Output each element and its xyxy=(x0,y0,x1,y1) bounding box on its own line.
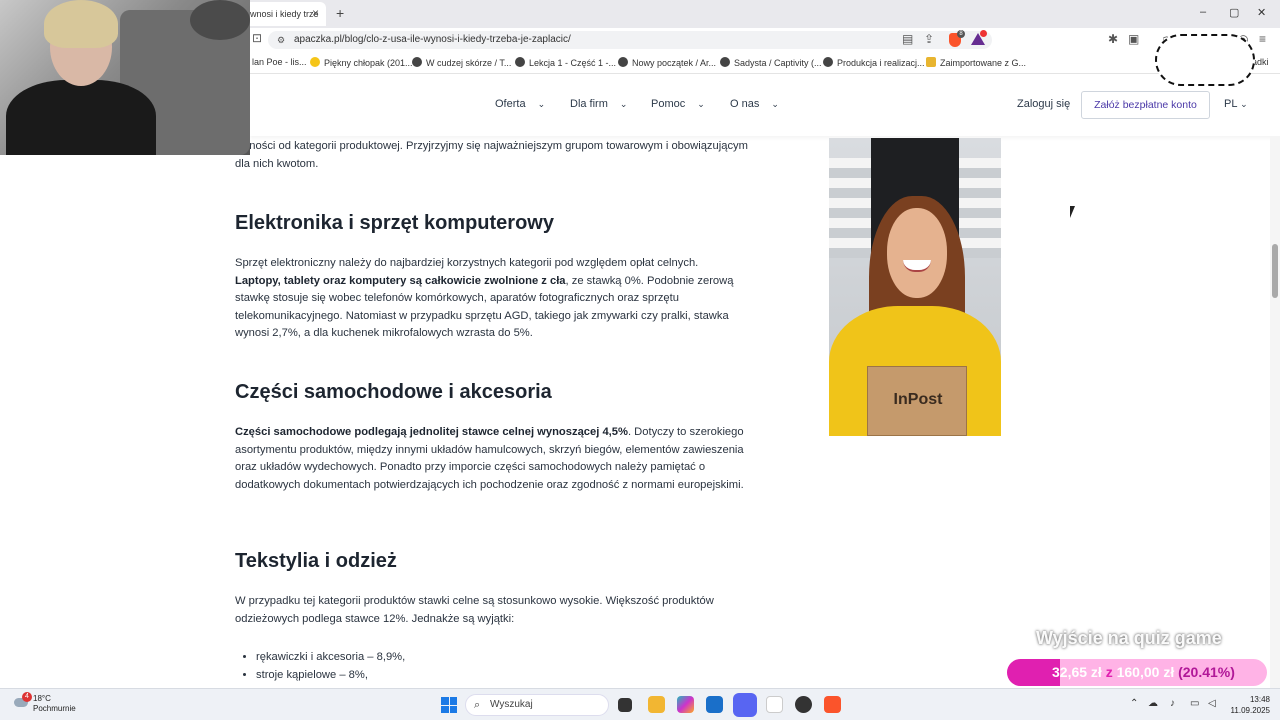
obscured-area xyxy=(1155,34,1255,86)
nav-dla-firm[interactable]: Dla firm ⌄ xyxy=(570,98,627,110)
heading-textiles: Tekstylia i odzież xyxy=(235,550,397,572)
site-info-icon[interactable]: ⚙ xyxy=(277,31,285,49)
page-icon xyxy=(618,57,628,67)
microphone-icon[interactable]: ♪ xyxy=(1170,698,1175,709)
lamp xyxy=(190,0,250,40)
bookmark-item[interactable]: Nowy początek / Ar... xyxy=(618,57,716,68)
webcam-overlay xyxy=(0,0,250,155)
notes-icon[interactable] xyxy=(766,696,783,713)
quiz-progress-text: 32,65 zł z 160,00 zł (20.41%) xyxy=(1052,664,1235,680)
chevron-down-icon: ⌄ xyxy=(1240,99,1248,109)
file-explorer-icon[interactable] xyxy=(648,696,665,713)
bookmark-item[interactable]: Sadysta / Captivity (... xyxy=(720,57,822,68)
minimize-icon[interactable]: – xyxy=(1200,6,1206,18)
taskbar-search[interactable]: ⌕ Wyszukaj xyxy=(465,694,609,716)
quiz-goal-title: Wyjście na quiz game xyxy=(1036,628,1222,648)
copilot-icon[interactable] xyxy=(677,696,694,713)
onedrive-icon[interactable]: ☁ xyxy=(1148,698,1158,709)
bookmark-item[interactable]: Piękny chłopak (201... xyxy=(310,57,413,68)
folder-icon xyxy=(926,57,936,67)
close-window-icon[interactable]: ✕ xyxy=(1257,6,1266,19)
windows-taskbar: 4 18°C Pochmurnie ⌕ Wyszukaj ⌃ ☁ ♪ ▭ ◁ 13:… xyxy=(0,688,1280,720)
menu-icon[interactable]: ≡ xyxy=(1259,32,1266,46)
paragraph-electronics: Sprzęt elektroniczny należy do najbardzi… xyxy=(235,257,734,339)
taskbar-clock[interactable]: 13:48 11.09.2025 xyxy=(1226,694,1270,716)
heading-electronics: Elektronika i sprzęt komputerowy xyxy=(235,212,554,234)
tab-close-icon[interactable]: × xyxy=(312,6,319,20)
obs-icon[interactable] xyxy=(795,696,812,713)
list-item: rękawiczki i akcesoria – 8,9%, xyxy=(256,648,405,666)
brave-shields-icon[interactable]: 8 xyxy=(949,30,965,47)
url-input[interactable]: ⚙ apaczka.pl/blog/clo-z-usa-ile-wynosi-i… xyxy=(268,31,992,49)
new-tab-icon[interactable]: + xyxy=(336,5,344,21)
parcel-box: InPost xyxy=(867,366,967,436)
nav-pomoc[interactable]: Pomoc ⌄ xyxy=(651,98,705,110)
page-icon xyxy=(823,57,833,67)
windows-start-icon[interactable] xyxy=(441,697,457,713)
extensions-icon[interactable]: ✱ xyxy=(1108,32,1118,46)
page-icon xyxy=(720,57,730,67)
chevron-up-icon[interactable]: ⌃ xyxy=(1130,698,1138,709)
scrollbar-thumb[interactable] xyxy=(1272,244,1278,298)
chevron-down-icon: ⌄ xyxy=(537,99,546,109)
store-icon[interactable] xyxy=(706,696,723,713)
create-account-button[interactable]: Załóż bezpłatne konto xyxy=(1081,91,1210,119)
page-icon xyxy=(412,57,422,67)
paragraph-auto-parts: Części samochodowe podlegają jednolitej … xyxy=(235,426,744,491)
smiley-icon xyxy=(310,57,320,67)
search-icon: ⌕ xyxy=(474,699,481,711)
chevron-down-icon: ⌄ xyxy=(697,99,705,109)
exceptions-list: rękawiczki i akcesoria – 8,9%, stroje ką… xyxy=(256,648,405,684)
paragraph-textiles: W przypadku tej kategorii produktów staw… xyxy=(235,595,714,625)
chevron-down-icon: ⌄ xyxy=(619,99,628,109)
discord-icon[interactable] xyxy=(733,693,757,717)
bookmark-item[interactable]: Produkcja i realizacj... xyxy=(823,57,925,68)
share-icon[interactable]: ⇪ xyxy=(924,32,934,46)
bookmark-icon[interactable]: ⊡ xyxy=(252,31,262,45)
page-icon xyxy=(515,57,525,67)
login-link[interactable]: Zaloguj się xyxy=(1017,98,1070,110)
nav-oferta[interactable]: Oferta ⌄ xyxy=(495,98,545,110)
shields-count-badge: 8 xyxy=(957,30,965,38)
chevron-down-icon: ⌄ xyxy=(771,99,779,109)
bookmark-item[interactable]: Lekcja 1 - Część 1 -... xyxy=(515,57,616,68)
task-view-icon[interactable] xyxy=(618,698,632,712)
network-icon[interactable]: ▭ xyxy=(1190,698,1199,709)
heading-auto-parts: Części samochodowe i akcesoria xyxy=(235,381,552,403)
mouse-cursor-icon xyxy=(1070,206,1075,218)
site-header: Oferta ⌄ Dla firm ⌄ Pomoc ⌄ O nas ⌄ Zaloguj … xyxy=(250,74,1280,136)
url-text: apaczka.pl/blog/clo-z-usa-ile-wynosi-i-k… xyxy=(294,34,571,45)
nav-o-nas[interactable]: O nas ⌄ xyxy=(730,98,779,110)
reader-mode-icon[interactable]: ▤ xyxy=(902,32,913,46)
volume-icon[interactable]: ◁ xyxy=(1208,698,1216,709)
sidebar-icon[interactable]: ▣ xyxy=(1128,32,1139,46)
maximize-icon[interactable]: ▢ xyxy=(1229,6,1239,19)
inpost-logo: InPost xyxy=(893,391,943,408)
face xyxy=(887,208,947,298)
person-body xyxy=(6,80,156,155)
scrollbar-track[interactable] xyxy=(1270,136,1280,688)
list-item: stroje kąpielowe – 8%, xyxy=(256,666,405,684)
bookmark-item[interactable]: lan Poe - lis... xyxy=(252,57,307,67)
bookmark-item[interactable]: W cudzej skórze / T... xyxy=(412,57,511,68)
brave-taskbar-icon[interactable] xyxy=(824,696,841,713)
brave-rewards-icon[interactable] xyxy=(971,30,987,45)
bookmark-folder[interactable]: Zaimportowane z G... xyxy=(926,57,1026,68)
rewards-badge-icon xyxy=(980,30,987,37)
tab-title: wnosi i kiedy trze xyxy=(250,9,319,19)
notification-badge: 4 xyxy=(22,692,32,702)
promo-image: InPost xyxy=(829,138,1001,436)
language-select[interactable]: PL ⌄ xyxy=(1224,98,1248,110)
person-hair xyxy=(44,0,118,48)
intro-paragraph: leżności od kategorii produktowej. Przyj… xyxy=(235,140,748,170)
